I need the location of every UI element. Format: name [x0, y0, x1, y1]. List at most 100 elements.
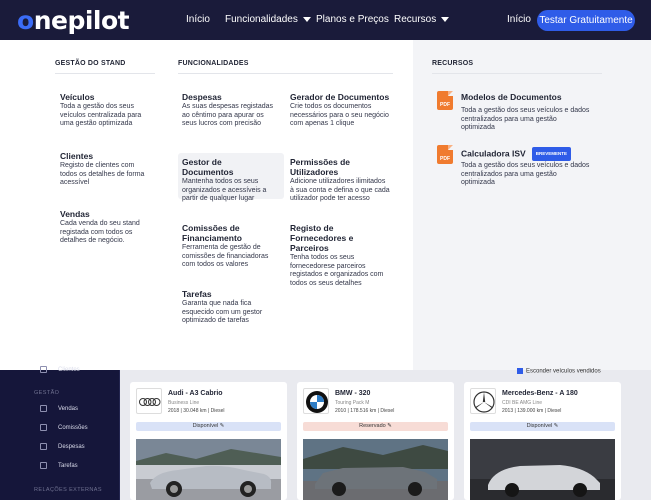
- nav-link-recursos[interactable]: Recursos: [394, 14, 450, 25]
- pdf-icon: PDF: [437, 145, 453, 164]
- car-fuel: Diesel: [380, 408, 395, 414]
- item-desc: Garanta que nada fica esquecido com um g…: [182, 300, 263, 325]
- car-name: Mercedes-Benz - A 180: [502, 390, 578, 397]
- status-badge[interactable]: Disponível ✎: [136, 422, 281, 431]
- calculadora-title: Calculadora ISV: [461, 148, 526, 159]
- item-title: Clientes: [60, 151, 94, 161]
- divider: [178, 73, 393, 74]
- commission-icon: [40, 424, 47, 431]
- hide-sold-label: Esconder veículos vendidos: [526, 368, 601, 375]
- resources-heading: RECURSOS: [432, 60, 474, 67]
- item-title: Veículos: [60, 92, 95, 102]
- pdf-icon: PDF: [437, 91, 453, 110]
- item-desc: Toda a gestão dos seus veículos e dados …: [461, 107, 590, 132]
- sidebar-item-comissoes[interactable]: Comissões: [58, 425, 88, 431]
- item-desc: Toda a gestão dos seus veículos centrali…: [60, 103, 142, 128]
- onepilot-logo[interactable]: onepilot: [17, 6, 130, 35]
- sidebar-item-tarefas[interactable]: Tarefas: [58, 463, 78, 469]
- item-title: Comissões de Financiamento: [182, 223, 242, 243]
- divider: [432, 73, 602, 74]
- coming-soon-badge: BREVEMENTE: [531, 147, 571, 161]
- nav-link-planos[interactable]: Planos e Preços: [316, 14, 389, 25]
- users-icon: [40, 366, 47, 373]
- app-sidebar: Clientes GESTÃO Vendas Comissões Despesa…: [0, 366, 120, 500]
- item-title: Vendas: [60, 209, 90, 219]
- vehicle-card[interactable]: Audi - A3 Cabrio Business Line 2018 | 30…: [130, 382, 287, 500]
- sidebar-section-gestao: GESTÃO: [34, 390, 60, 396]
- nav-link-recursos-label: Recursos: [394, 14, 437, 25]
- stand-heading: GESTÃO DO STAND: [55, 60, 126, 67]
- car-year: 2010: [335, 408, 347, 414]
- pdf-icon-label: PDF: [440, 156, 450, 162]
- bmw-logo-icon: [303, 388, 329, 414]
- modelos-desc-wrap: Toda a gestão dos seus veículos e dados …: [461, 106, 591, 133]
- car-year: 2018: [168, 408, 180, 414]
- sidebar-section-relacoes: RELAÇÕES EXTERNAS: [34, 487, 102, 493]
- car-km: 30.048 km: [183, 408, 207, 414]
- nav-link-login[interactable]: Início: [507, 14, 531, 25]
- nav-link-funcionalidades[interactable]: Funcionalidades: [225, 14, 311, 25]
- car-km: 139.000 km: [517, 408, 544, 414]
- car-fuel: Diesel: [210, 408, 225, 414]
- sidebar-item-vendas[interactable]: Vendas: [58, 406, 78, 412]
- menu-item-tarefas[interactable]: Tarefas Garanta que nada fica esquecido …: [182, 289, 270, 326]
- item-title: Permissões de Utilizadores: [290, 157, 351, 177]
- sidebar-item-despesas[interactable]: Despesas: [58, 444, 85, 450]
- item-title: Registo de Fornecedores e Parceiros: [290, 223, 354, 253]
- menu-item-gerador[interactable]: Gerador de Documentos Crie todos os docu…: [290, 92, 390, 129]
- item-desc: Mantenha todos os seus organizados e ace…: [182, 178, 267, 203]
- app-preview: Clientes GESTÃO Vendas Comissões Despesa…: [0, 366, 651, 500]
- func-heading: FUNCIONALIDADES: [178, 60, 249, 67]
- app-main: Esconder veículos vendidos Audi - A3 Cab…: [120, 368, 651, 500]
- car-year: 2013: [502, 408, 514, 414]
- item-title: Modelos de Documentos: [461, 92, 562, 102]
- car-fuel: Diesel: [547, 408, 562, 414]
- menu-item-permissoes[interactable]: Permissões de Utilizadores Adicione util…: [290, 157, 390, 204]
- nav-link-inicio[interactable]: Início: [186, 14, 210, 25]
- item-title: Gerador de Documentos: [290, 92, 390, 102]
- menu-item-gestor[interactable]: Gestor de Documentos Mantenha todos os s…: [182, 157, 268, 204]
- chevron-down-icon: [302, 16, 311, 22]
- item-desc: Tenha todos os seus fornecedorese parcei…: [290, 254, 384, 287]
- car-version: CDI BE AMG Line: [502, 400, 543, 406]
- menu-item-despesas[interactable]: Despesas As suas despesas registadas ao …: [182, 92, 280, 129]
- item-desc: As suas despesas registadas ao cêntimo p…: [182, 103, 274, 128]
- menu-item-veiculos[interactable]: Veículos Toda a gestão dos seus veículos…: [60, 92, 152, 129]
- item-desc: Registo de clientes com todos os detalhe…: [60, 162, 145, 187]
- top-nav: onepilot Início Funcionalidades Planos e…: [0, 0, 651, 40]
- item-title: Despesas: [182, 92, 222, 102]
- status-label: Disponível: [526, 423, 553, 429]
- item-title: Tarefas: [182, 289, 212, 299]
- sales-icon: [40, 405, 47, 412]
- vehicle-card[interactable]: BMW - 320 Touring Pack M 2010 | 178.516 …: [297, 382, 454, 500]
- car-meta: 2013 | 139.000 km | Diesel: [502, 408, 562, 414]
- mercedes-logo-icon: [470, 388, 496, 414]
- menu-item-modelos[interactable]: Modelos de Documentos: [461, 92, 591, 102]
- pdf-icon-label: PDF: [440, 102, 450, 108]
- car-meta: 2010 | 178.516 km | Diesel: [335, 408, 395, 414]
- resources-panel: [413, 40, 651, 370]
- car-photo: [303, 439, 448, 500]
- calculadora-desc-wrap: Toda a gestão dos seus veículos e dados …: [461, 161, 591, 188]
- status-label: Disponível: [192, 423, 219, 429]
- free-trial-button[interactable]: Testar Gratuitamente: [537, 10, 635, 31]
- menu-item-clientes[interactable]: Clientes Registo de clientes com todos o…: [60, 151, 152, 188]
- status-badge[interactable]: Reservado ✎: [303, 422, 448, 431]
- vehicle-card[interactable]: Mercedes-Benz - A 180 CDI BE AMG Line 20…: [464, 382, 621, 500]
- menu-item-comissoes[interactable]: Comissões de Financiamento Ferramenta de…: [182, 223, 274, 270]
- menu-item-fornecedores[interactable]: Registo de Fornecedores e Parceiros Tenh…: [290, 223, 386, 288]
- menu-item-vendas[interactable]: Vendas Cada venda do seu stand registada…: [60, 209, 144, 246]
- sidebar-item-clientes[interactable]: Clientes: [58, 367, 80, 373]
- hide-sold-checkbox[interactable]: Esconder veículos vendidos: [517, 368, 601, 375]
- car-version: Touring Pack M: [335, 400, 370, 406]
- car-photo: [470, 439, 615, 500]
- status-label: Reservado: [359, 423, 386, 429]
- status-badge[interactable]: Disponível ✎: [470, 422, 615, 431]
- mega-menu: GESTÃO DO STAND Veículos Toda a gestão d…: [0, 40, 651, 370]
- checkbox-icon: [517, 368, 523, 374]
- divider: [55, 73, 155, 74]
- menu-item-calculadora[interactable]: Calculadora ISV BREVEMENTE: [461, 147, 591, 161]
- audi-logo-icon: [136, 388, 162, 414]
- expenses-icon: [40, 443, 47, 450]
- item-desc: Ferramenta de gestão de comissões de fin…: [182, 244, 269, 269]
